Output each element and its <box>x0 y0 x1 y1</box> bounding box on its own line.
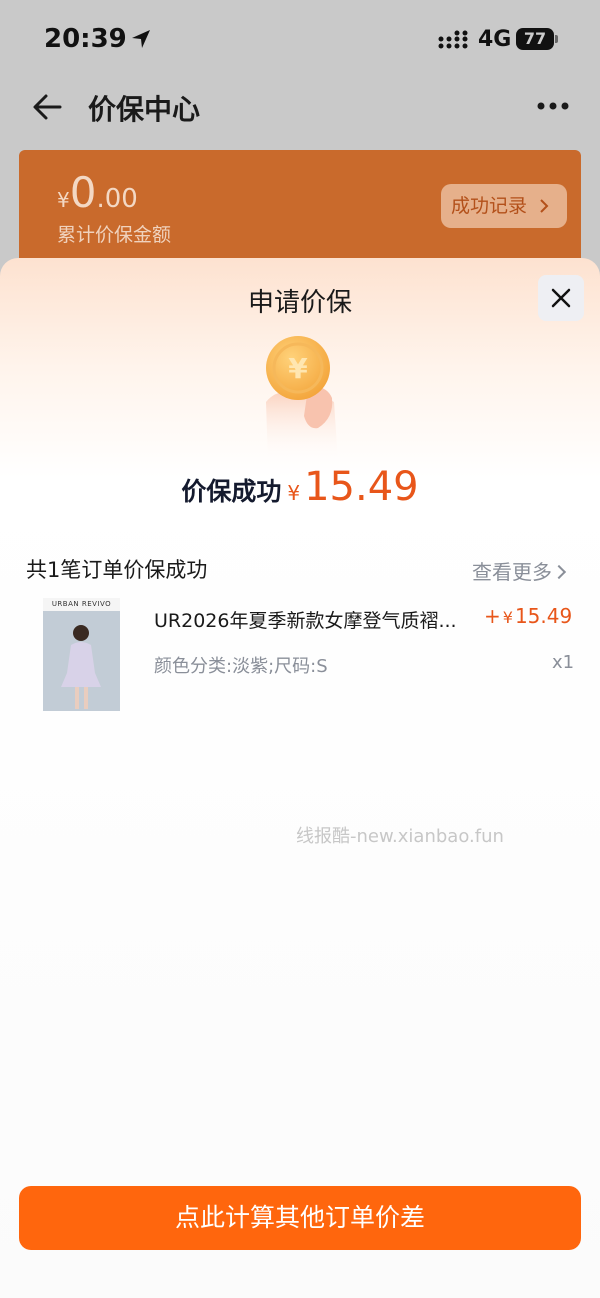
status-bar: 20:39 4G 77 <box>0 0 600 80</box>
product-thumbnail[interactable]: URBAN REVIVO <box>43 598 120 711</box>
total-amount: ¥0.00 <box>57 168 138 217</box>
apply-price-protection-sheet: 申请价保 ¥ 价保成功 ¥15.49 共1笔订单价保成功 查看更多 URBAN … <box>0 258 600 1298</box>
currency-symbol: ¥ <box>57 188 70 212</box>
chevron-right-icon <box>551 564 567 580</box>
success-records-button[interactable]: 成功记录 <box>441 184 567 228</box>
watermark-text: 线报酷-new.xianbao.fun <box>296 826 504 847</box>
result-label: 价保成功 <box>181 477 282 506</box>
calculate-other-orders-button[interactable]: 点此计算其他订单价差 <box>19 1186 581 1250</box>
view-more-link[interactable]: 查看更多 <box>472 556 567 585</box>
item-price-difference: + ¥15.49 <box>484 604 572 628</box>
amount-integer: 0 <box>69 168 97 217</box>
chevron-right-icon <box>540 199 549 213</box>
signal-icon <box>438 30 468 49</box>
item-quantity: x1 <box>552 652 575 673</box>
result-line: 价保成功 ¥15.49 <box>0 464 600 510</box>
close-button[interactable] <box>538 275 584 321</box>
view-more-label: 查看更多 <box>472 560 552 584</box>
more-options-icon[interactable] <box>536 100 570 112</box>
summary-card: ¥0.00 累计价保金额 成功记录 <box>19 150 581 270</box>
item-spec: 颜色分类:淡紫;尺码:S <box>154 656 328 677</box>
result-amount: 15.49 <box>304 464 419 510</box>
coin-hand-illustration: ¥ <box>266 336 338 462</box>
price-value: 15.49 <box>514 604 573 628</box>
product-photo <box>43 611 120 711</box>
success-records-label: 成功记录 <box>451 195 528 217</box>
total-amount-label: 累计价保金额 <box>57 224 172 246</box>
order-count-text: 共1笔订单价保成功 <box>26 558 208 582</box>
price-currency: ¥ <box>502 608 513 627</box>
page-title: 价保中心 <box>88 93 201 126</box>
back-arrow-icon[interactable] <box>30 92 64 122</box>
amount-decimal: .00 <box>96 184 138 214</box>
location-arrow-icon <box>132 30 150 48</box>
status-time: 20:39 <box>44 24 127 54</box>
battery-tip <box>555 35 558 43</box>
price-sign: + <box>484 604 501 628</box>
thumbnail-brand-text: URBAN REVIVO <box>51 600 112 608</box>
svg-text:¥: ¥ <box>288 352 308 385</box>
close-icon <box>551 288 571 308</box>
network-label: 4G <box>478 27 512 52</box>
sheet-title: 申请价保 <box>247 288 352 318</box>
product-title[interactable]: UR2026年夏季新款女摩登气质褶... <box>154 606 482 633</box>
battery-icon: 77 <box>516 28 554 50</box>
result-currency: ¥ <box>287 481 301 505</box>
